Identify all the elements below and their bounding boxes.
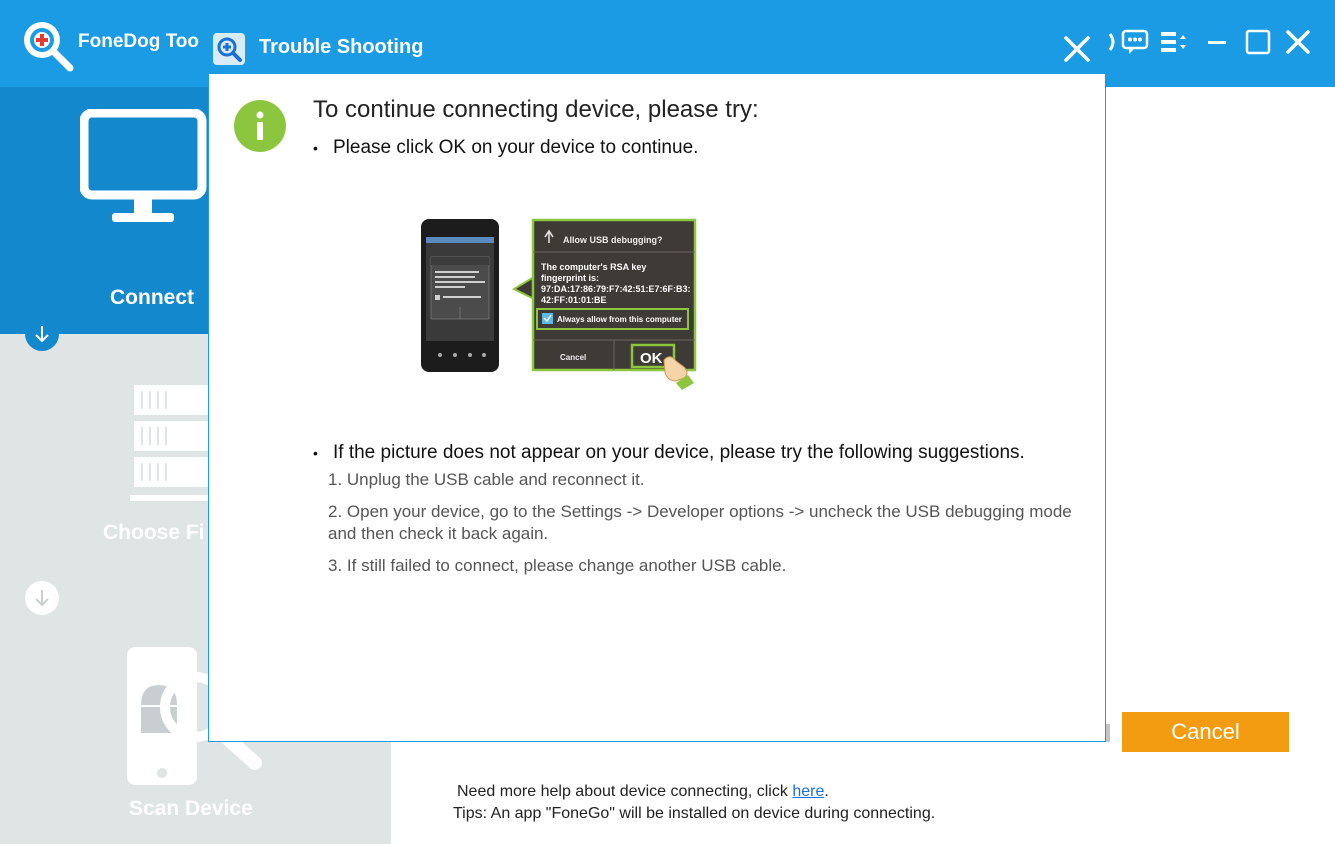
close-window-icon[interactable] (1283, 26, 1313, 58)
dialog-close-icon[interactable] (1060, 32, 1094, 66)
usb-debugging-illustration: Allow USB debugging? The computer's RSA … (421, 218, 697, 390)
dialog-body (208, 74, 1106, 742)
cancel-button[interactable]: Cancel (1122, 712, 1289, 752)
help-footer: Need more help about device connecting, … (453, 781, 935, 825)
dialog-heading: To continue connecting device, please tr… (313, 96, 759, 123)
step-label-scan-device: Scan Device (129, 797, 253, 820)
popup-text: fingerprint is: (541, 273, 599, 283)
popup-title: Allow USB debugging? (563, 235, 663, 245)
server-icon (130, 385, 210, 501)
minimize-icon[interactable] (1202, 26, 1232, 58)
popup-ok: OK (640, 350, 663, 367)
step-label-connect: Connect (110, 286, 194, 309)
popup-text: 42:FF:01:01:BE (541, 295, 607, 305)
dialog-title: Trouble Shooting (259, 36, 424, 58)
tips-text: Tips: An app "FoneGo" will be installed … (453, 805, 936, 822)
popup-text: The computer's RSA key (541, 262, 646, 272)
fonedog-logo-icon (24, 22, 74, 72)
help-link[interactable]: here (792, 783, 824, 800)
menu-icon[interactable] (1158, 26, 1188, 58)
suggestion-item: 3. If still failed to connect, please ch… (328, 556, 787, 575)
feedback-chat-icon[interactable] (1120, 26, 1150, 58)
popup-text: 97:DA:17:86:79:F7:42:51:E7:6F:B3: (541, 284, 691, 294)
info-icon (234, 100, 286, 152)
bullet-click-ok: • Please click OK on your device to conti… (313, 137, 699, 158)
step-label-choose-files: Choose Fi (103, 521, 205, 544)
popup-cancel: Cancel (560, 353, 586, 362)
arrow-down-icon (25, 581, 59, 615)
app-title: FoneDog Too (78, 31, 200, 52)
arrow-down-icon (25, 317, 59, 351)
suggestion-item: 1. Unplug the USB cable and reconnect it… (328, 470, 645, 489)
trouble-shooting-icon (213, 33, 245, 65)
monitor-icon (80, 109, 207, 222)
bullet-suggestions: • If the picture does not appear on your … (313, 442, 1025, 463)
help-text: Need more help about device connecting, … (457, 783, 829, 800)
suggestion-item: 2. Open your device, go to the Settings … (328, 502, 1072, 543)
popup-checkbox-label: Always allow from this computer (557, 315, 682, 324)
maximize-icon[interactable] (1243, 26, 1273, 58)
